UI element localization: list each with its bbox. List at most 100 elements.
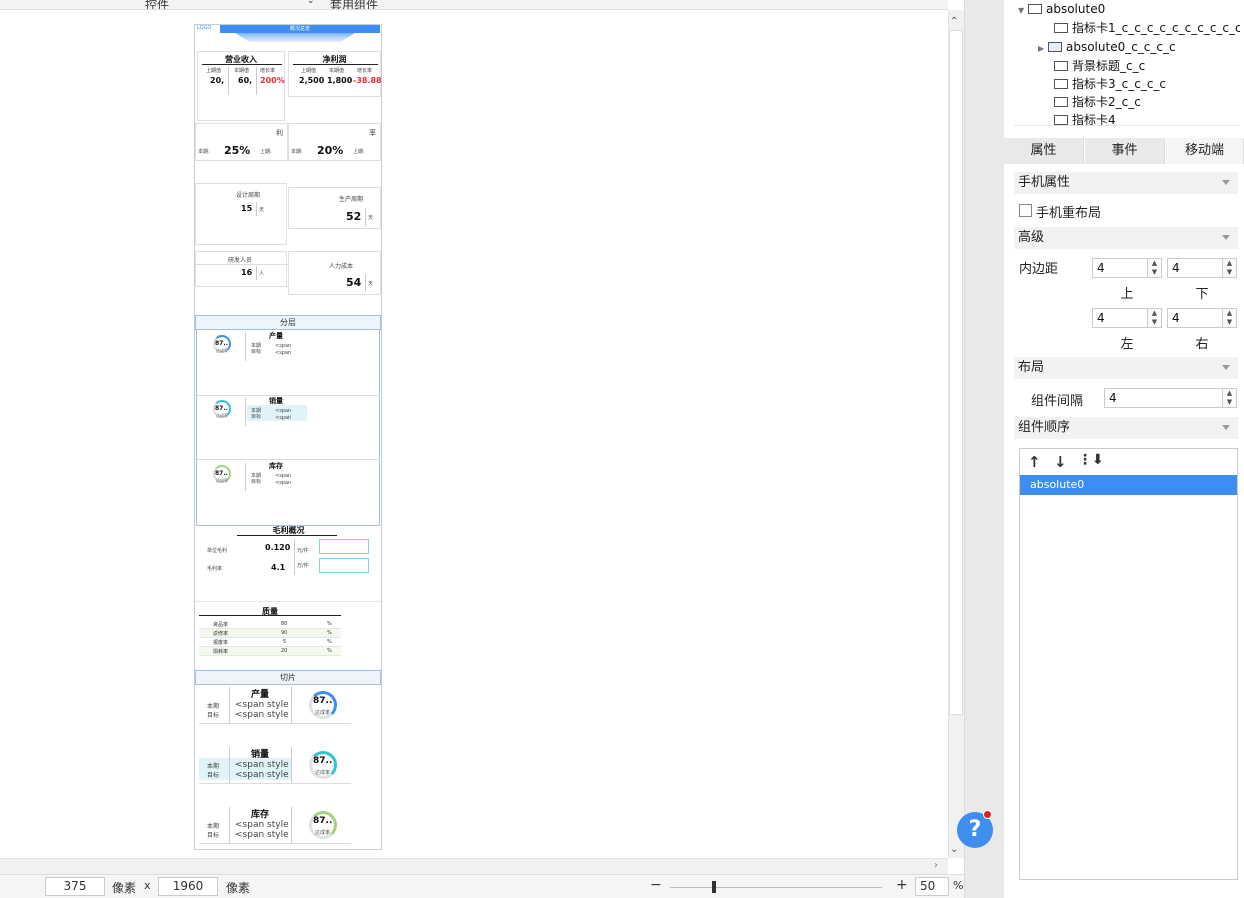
section-mobile-props[interactable]: 手机属性 bbox=[1014, 172, 1238, 194]
scroll-down-icon[interactable]: ⌄ bbox=[950, 844, 958, 855]
padding-right-input[interactable]: 4 ▲ ▼ bbox=[1167, 308, 1237, 328]
section-header-slice[interactable]: 切片 bbox=[195, 670, 381, 685]
section-header-layer[interactable]: 分层 bbox=[195, 315, 381, 330]
row-value: <span style bbox=[235, 770, 289, 780]
width-input[interactable]: 375 bbox=[45, 877, 105, 896]
value: 20, bbox=[210, 76, 225, 85]
section-order[interactable]: 组件顺序 bbox=[1014, 417, 1238, 439]
gauge-title: 库存 bbox=[250, 810, 269, 820]
ratio-value: 20% bbox=[317, 144, 344, 157]
section-layout[interactable]: 布局 bbox=[1014, 357, 1238, 379]
slice-card-output[interactable]: 产量 本期 目标 <span style <span style 87.. 达成… bbox=[199, 687, 351, 727]
card-title: 生产周期 bbox=[339, 196, 364, 203]
row-value: <span bbox=[275, 343, 292, 349]
order-list[interactable]: ↑ ↓ ⋮⬇ absolute0 bbox=[1019, 448, 1238, 880]
col-label: 增长率 bbox=[260, 68, 276, 74]
padding-bottom-input[interactable]: 4 ▲ ▼ bbox=[1167, 258, 1237, 278]
gap-input[interactable]: 4 ▲ ▼ bbox=[1104, 388, 1237, 408]
kpi-card-rd[interactable]: 研发人员 16 人 bbox=[195, 251, 288, 287]
tree-item[interactable]: 背景标题_c_c bbox=[1054, 57, 1145, 75]
padding-left-input[interactable]: 4 ▲ ▼ bbox=[1092, 308, 1162, 328]
widget-icon bbox=[1054, 97, 1068, 107]
chevron-down-icon bbox=[1222, 180, 1230, 185]
gauge-card-sales[interactable]: 87.. 达成率 销量 本期 目标 <span <span bbox=[199, 396, 307, 428]
scroll-up-icon[interactable]: ⌃ bbox=[950, 16, 958, 27]
value: 2,500 bbox=[299, 76, 325, 85]
row-value: <span style bbox=[235, 710, 289, 720]
tree-item[interactable]: 指标卡4 bbox=[1054, 111, 1116, 125]
gauge-value: 87.. bbox=[215, 405, 228, 412]
label: 本期: bbox=[291, 149, 303, 155]
status-bar: 375 像素 x 1960 像素 − + 50 % bbox=[0, 874, 964, 898]
design-canvas[interactable] bbox=[0, 10, 948, 858]
zoom-out-button[interactable]: − bbox=[650, 877, 662, 893]
row-label: 目标 bbox=[251, 414, 262, 420]
card-title: 设计周期 bbox=[236, 192, 261, 199]
gauge-card-output[interactable]: 87.. 达成率 产量 本期 目标 <span <span bbox=[199, 331, 307, 363]
zoom-slider-track[interactable] bbox=[670, 887, 882, 888]
horizontal-scrollbar[interactable] bbox=[0, 858, 948, 874]
property-tabs: 属性 事件 移动端 bbox=[1004, 138, 1244, 164]
scroll-right-icon[interactable]: › bbox=[934, 860, 938, 871]
tab-mobile[interactable]: 移动端 bbox=[1166, 138, 1244, 164]
component-tab[interactable]: 套用组件 bbox=[330, 0, 378, 9]
kpi-card-design[interactable]: 设计周期 15 天 bbox=[195, 183, 287, 245]
gauge-card-inventory[interactable]: 87.. 达成率 库存 本期 目标 <span <span bbox=[199, 461, 307, 493]
panel-splitter[interactable] bbox=[964, 0, 1004, 898]
quality-card[interactable]: 质量 良品率 80% 返修率 90% 报废率 5% 损耗率 20% bbox=[195, 601, 381, 667]
card-title: 人力成本 bbox=[329, 263, 354, 270]
tab-events[interactable]: 事件 bbox=[1085, 138, 1165, 164]
row-label: 目标 bbox=[251, 349, 262, 355]
slice-card-inventory[interactable]: 库存 本期 目标 <span style <span style 87.. 达成… bbox=[199, 807, 351, 847]
card-title: 利 bbox=[276, 129, 283, 137]
container-icon bbox=[1047, 42, 1062, 52]
move-bottom-icon[interactable]: ⋮⬇ bbox=[1078, 452, 1104, 468]
gauge-value: 87.. bbox=[313, 756, 333, 766]
slice-card-sales[interactable]: 销量 本期 目标 <span style <span style 87.. 达成… bbox=[199, 747, 351, 787]
tree-item-root[interactable]: ▼ absolute0 bbox=[1018, 0, 1105, 18]
row-label: 单位毛利 bbox=[207, 548, 228, 554]
move-down-icon[interactable]: ↓ bbox=[1054, 453, 1067, 471]
section-advanced[interactable]: 高级 bbox=[1014, 227, 1238, 249]
margin-input-2[interactable] bbox=[319, 558, 369, 573]
move-up-icon[interactable]: ↑ bbox=[1028, 453, 1041, 471]
zoom-input[interactable]: 50 bbox=[915, 877, 949, 896]
ratio-card-1[interactable]: 利 本期: 25% 上期: bbox=[195, 123, 288, 161]
order-item-selected[interactable]: absolute0 bbox=[1020, 475, 1237, 495]
padding-left-label: 左 bbox=[1120, 337, 1134, 352]
margin-card[interactable]: 毛利概况 单位毛利 0.120 元/件 毛利率 4.1 万/件 bbox=[197, 525, 380, 599]
component-tree[interactable]: ▼ absolute0 指标卡1_c_c_c_c_c_c_c_c_c_c_c ▶… bbox=[1014, 0, 1240, 126]
label: 上期: bbox=[353, 149, 365, 155]
table-row: 损耗率 20% bbox=[199, 647, 341, 656]
kpi-card-production[interactable]: 生产周期 52 天 bbox=[288, 187, 381, 229]
zoom-in-button[interactable]: + bbox=[896, 877, 908, 893]
chevron-down-icon[interactable]: ⌄ bbox=[307, 0, 315, 6]
gauge-value: 87.. bbox=[215, 470, 228, 477]
gauge-title: 产量 bbox=[269, 332, 283, 340]
relayout-checkbox[interactable] bbox=[1019, 204, 1032, 217]
mobile-preview[interactable]: LOGO 概况总览 营业收入 上期值 本期值 增长率 20, 60, 200% … bbox=[194, 24, 382, 850]
revenue-card[interactable]: 营业收入 上期值 本期值 增长率 20, 60, 200% bbox=[197, 51, 285, 121]
tree-item[interactable]: 指标卡3_c_c_c_c bbox=[1054, 75, 1166, 93]
zoom-slider-handle[interactable] bbox=[712, 881, 716, 893]
row-label: 目标 bbox=[207, 712, 220, 719]
row-value: <span bbox=[275, 473, 292, 479]
margin-input-1[interactable] bbox=[319, 539, 369, 554]
kpi-card-labor[interactable]: 人力成本 54 天 bbox=[288, 251, 381, 295]
tree-item[interactable]: 指标卡2_c_c bbox=[1054, 93, 1141, 111]
row-value: <span bbox=[275, 408, 292, 414]
controls-tab[interactable]: 控件 bbox=[145, 0, 169, 9]
profit-card[interactable]: 净利润 上期值 本期值 增长率 2,500 1,800 -38.88 bbox=[288, 51, 381, 97]
value: 1,800 bbox=[327, 76, 353, 85]
ratio-card-2[interactable]: 率 本期: 20% 上期: bbox=[288, 123, 381, 161]
tab-properties[interactable]: 属性 bbox=[1004, 138, 1084, 164]
padding-top-input[interactable]: 4 ▲ ▼ bbox=[1092, 258, 1162, 278]
scroll-thumb[interactable] bbox=[949, 30, 963, 715]
row-value: 4.1 bbox=[271, 563, 286, 572]
kpi-unit: 天 bbox=[368, 215, 374, 221]
gauge-label: 达成率 bbox=[216, 413, 228, 418]
height-input[interactable]: 1960 bbox=[158, 877, 218, 896]
tree-item[interactable]: 指标卡1_c_c_c_c_c_c_c_c_c_c_c bbox=[1054, 19, 1240, 37]
tree-item[interactable]: ▶ absolute0_c_c_c_c bbox=[1038, 38, 1176, 56]
gauge-title: 库存 bbox=[269, 462, 283, 470]
